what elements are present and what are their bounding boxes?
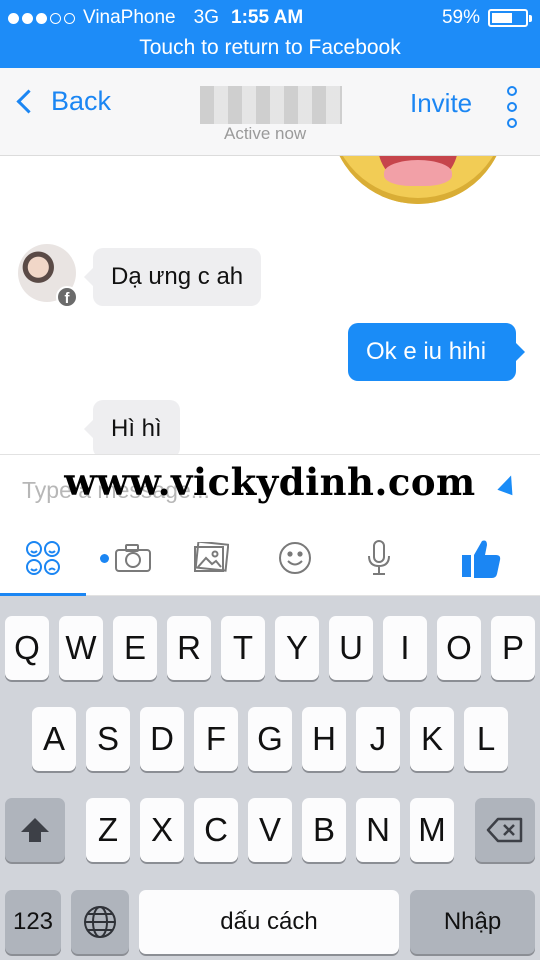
return-to-facebook-bar[interactable]: VinaPhone 3G 1:55 AM 59% Touch to return…: [0, 0, 540, 68]
clock: 1:55 AM: [231, 7, 304, 28]
keyboard: Q W E R T Y U I O P A S D F G H J K L Z …: [0, 596, 540, 960]
stickers-icon: [26, 541, 60, 575]
status-left: VinaPhone 3G: [8, 7, 219, 29]
key-w[interactable]: W: [59, 616, 103, 680]
key-d[interactable]: D: [140, 707, 184, 771]
key-n[interactable]: N: [356, 798, 400, 862]
key-h[interactable]: H: [302, 707, 346, 771]
status-bar: VinaPhone 3G 1:55 AM 59%: [0, 0, 540, 34]
thumbs-up-icon: [462, 540, 501, 578]
key-r[interactable]: R: [167, 616, 211, 680]
message-composer: www.vickydinh.com: [0, 454, 540, 520]
delete-key[interactable]: [475, 798, 535, 862]
back-label: Back: [51, 86, 112, 116]
battery-icon: [488, 9, 532, 27]
key-u[interactable]: U: [329, 616, 373, 680]
return-banner-text[interactable]: Touch to return to Facebook: [0, 36, 540, 60]
sticker-tongue: [384, 160, 452, 186]
key-j[interactable]: J: [356, 707, 400, 771]
send-icon[interactable]: [497, 472, 519, 496]
photos-button[interactable]: [176, 520, 246, 596]
composer-toolbar: [0, 520, 540, 596]
more-options-icon[interactable]: [507, 86, 517, 128]
key-g[interactable]: G: [248, 707, 292, 771]
status-right: 59%: [441, 7, 532, 29]
facebook-badge-icon: f: [56, 286, 78, 308]
photos-icon: [194, 542, 229, 572]
message-bubble-incoming[interactable]: Hì hì: [84, 400, 180, 454]
key-i[interactable]: I: [383, 616, 427, 680]
key-o[interactable]: O: [437, 616, 481, 680]
key-s[interactable]: S: [86, 707, 130, 771]
key-q[interactable]: Q: [5, 616, 49, 680]
stickers-button[interactable]: [0, 520, 86, 596]
key-l[interactable]: L: [464, 707, 508, 771]
signal-strength-icon: [8, 12, 75, 24]
key-v[interactable]: V: [248, 798, 292, 862]
key-x[interactable]: X: [140, 798, 184, 862]
key-e[interactable]: E: [113, 616, 157, 680]
globe-icon: [84, 906, 116, 938]
key-z[interactable]: Z: [86, 798, 130, 862]
microphone-icon: [368, 540, 390, 575]
carrier-name: VinaPhone: [83, 7, 176, 28]
message-input[interactable]: [22, 473, 482, 507]
network-type: 3G: [193, 7, 219, 28]
chevron-left-icon: [16, 89, 41, 114]
emoji-button[interactable]: [260, 520, 330, 596]
conversation-nav-bar: Back Active now Invite: [0, 68, 540, 156]
emoji-icon: [279, 542, 311, 574]
message-bubble-outgoing[interactable]: Ok e iu hihi: [348, 323, 525, 381]
invite-button[interactable]: Invite: [410, 88, 472, 119]
backspace-icon: [486, 817, 523, 843]
key-b[interactable]: B: [302, 798, 346, 862]
key-t[interactable]: T: [221, 616, 265, 680]
space-key[interactable]: dấu cách: [139, 890, 399, 954]
shift-key[interactable]: [5, 798, 65, 862]
key-k[interactable]: K: [410, 707, 454, 771]
contact-name-redacted[interactable]: [200, 86, 342, 124]
presence-status: Active now: [224, 124, 307, 143]
key-c[interactable]: C: [194, 798, 238, 862]
like-button[interactable]: [446, 520, 516, 596]
camera-icon: [114, 544, 151, 572]
numbers-key[interactable]: 123: [5, 890, 61, 954]
key-m[interactable]: M: [410, 798, 454, 862]
back-button[interactable]: Back: [12, 86, 111, 117]
camera-button[interactable]: [90, 520, 160, 596]
return-key[interactable]: Nhập: [410, 890, 535, 954]
message-bubble-incoming[interactable]: Dạ ưng c ah: [83, 248, 262, 306]
language-key[interactable]: [71, 890, 129, 954]
key-y[interactable]: Y: [275, 616, 319, 680]
key-p[interactable]: P: [491, 616, 535, 680]
battery-percent: 59%: [441, 7, 480, 28]
new-dot: [99, 553, 109, 563]
shift-icon: [21, 818, 49, 842]
key-f[interactable]: F: [194, 707, 238, 771]
message-list[interactable]: f Dạ ưng c ah Ok e iu hihi Hì hì: [0, 156, 540, 454]
key-a[interactable]: A: [32, 707, 76, 771]
voice-button[interactable]: [344, 520, 414, 596]
